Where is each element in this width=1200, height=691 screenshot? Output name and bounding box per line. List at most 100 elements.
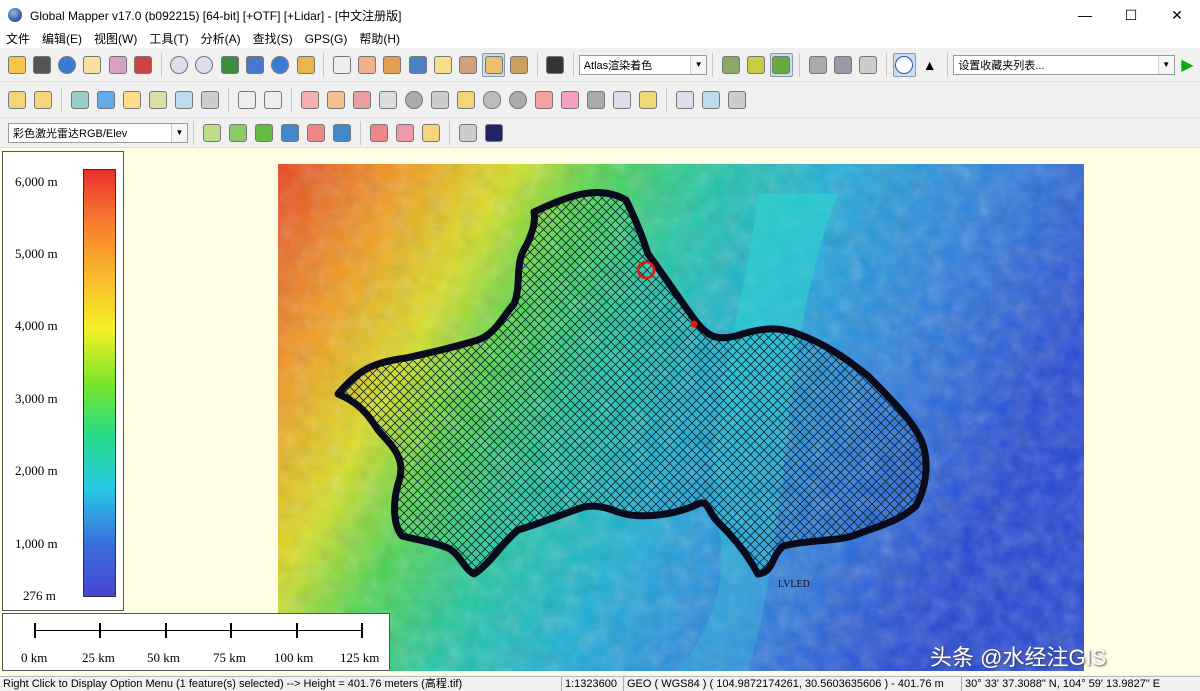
add-vertex-button[interactable] — [235, 88, 259, 112]
lidar-hv-button[interactable] — [226, 121, 250, 145]
online-data-button[interactable] — [55, 53, 78, 77]
coords-icon — [149, 90, 167, 109]
menu-view[interactable]: 视图(W) — [88, 30, 143, 48]
refresh-icon — [271, 55, 290, 74]
3d-path-button[interactable] — [507, 53, 530, 77]
move-vertex-button[interactable] — [261, 88, 285, 112]
create-area-button[interactable] — [5, 88, 29, 112]
undo-button[interactable] — [725, 88, 749, 112]
lidar-water-button[interactable] — [330, 121, 354, 145]
gps-center-button[interactable] — [892, 52, 917, 77]
status-message: Right Click to Display Option Menu (1 fe… — [0, 677, 562, 691]
lidar-powerline-button[interactable] — [304, 121, 328, 145]
menu-file[interactable]: 文件 — [0, 30, 36, 48]
bookmark-select[interactable]: 设置收藏夹列表... ▼ — [953, 54, 1175, 75]
coords-button[interactable] — [146, 88, 170, 112]
north-arrow-button[interactable]: ▲ — [918, 53, 941, 77]
pan-tool-button[interactable] — [355, 53, 378, 77]
hill-shade-button[interactable] — [719, 53, 742, 77]
layer-select[interactable]: 彩色激光雷达RGB/Elev ▼ — [8, 122, 188, 143]
shader-select-value: Atlas渲染着色 — [583, 59, 653, 72]
export-button[interactable] — [106, 53, 129, 77]
buffer-button[interactable] — [350, 88, 374, 112]
view-shed-button[interactable] — [457, 53, 480, 77]
menu-search[interactable]: 查找(S) — [247, 30, 299, 48]
gps-track-button[interactable] — [856, 53, 879, 77]
dynamic-crosshair-button[interactable] — [806, 53, 829, 77]
cloud-button[interactable] — [480, 88, 504, 112]
refresh-button[interactable] — [269, 53, 292, 77]
gear-tool-button[interactable] — [506, 88, 530, 112]
hand-edit-button[interactable] — [584, 88, 608, 112]
status-coordinates: GEO ( WGS84 ) ( 104.9872174261, 30.56036… — [624, 677, 962, 691]
menu-help[interactable]: 帮助(H) — [353, 30, 406, 48]
layer-control-button[interactable] — [294, 53, 317, 77]
grab-icon — [587, 90, 605, 109]
home-button[interactable] — [243, 53, 266, 77]
move-up-button[interactable] — [699, 88, 723, 112]
measure-area-button[interactable] — [402, 88, 426, 112]
menu-edit[interactable]: 编辑(E) — [36, 30, 88, 48]
menu-analysis[interactable]: 分析(A) — [195, 30, 247, 48]
zoom-out-button[interactable] — [193, 53, 216, 77]
lidar-lv-button[interactable] — [200, 121, 224, 145]
legend-label: 6,000 m — [15, 174, 58, 189]
digitizer-button[interactable] — [481, 52, 506, 77]
print-button[interactable] — [81, 53, 104, 77]
simplify-button[interactable] — [324, 88, 348, 112]
create-line-button[interactable] — [31, 88, 55, 112]
full-view-button[interactable] — [218, 53, 241, 77]
home-icon — [246, 55, 265, 74]
edit-vertices-button[interactable] — [68, 88, 92, 112]
grid-icon — [201, 90, 219, 109]
attach-button[interactable] — [610, 88, 634, 112]
spiral-button[interactable] — [636, 88, 660, 112]
open-folder-button[interactable] — [5, 53, 28, 77]
feature-attr-button[interactable] — [454, 88, 478, 112]
binoculars-button[interactable] — [543, 53, 566, 77]
scale-label: 50 km — [147, 650, 180, 665]
zoom-in-button[interactable] — [168, 53, 191, 77]
elevation-map[interactable]: LVLED — [278, 164, 1084, 671]
lidar-edit-button[interactable] — [419, 121, 443, 145]
lidar-ag-button[interactable] — [367, 121, 391, 145]
gear-icon — [405, 90, 423, 109]
lidar-building-button[interactable] — [278, 121, 302, 145]
path-profile-button[interactable] — [431, 53, 454, 77]
zoom-tool-button[interactable] — [330, 53, 353, 77]
shader-select[interactable]: Atlas渲染着色 ▼ — [578, 54, 708, 75]
map-layout-button[interactable] — [831, 53, 854, 77]
3d-view-button[interactable] — [744, 53, 767, 77]
measure-button[interactable] — [381, 53, 404, 77]
point-add-button[interactable] — [558, 88, 582, 112]
arrow-edit-icon — [676, 90, 694, 109]
reshape-button[interactable] — [376, 88, 400, 112]
vertex-edit-button[interactable] — [673, 88, 697, 112]
maximize-button[interactable]: ☐ — [1108, 0, 1154, 30]
point-grid-button[interactable] — [532, 88, 556, 112]
globe-icon — [58, 55, 77, 74]
smooth-button[interactable] — [298, 88, 322, 112]
save-button[interactable] — [30, 53, 53, 77]
grid-button[interactable] — [198, 88, 222, 112]
config-button[interactable] — [131, 53, 154, 77]
menu-tools[interactable]: 工具(T) — [143, 30, 194, 48]
split-button[interactable] — [120, 88, 144, 112]
lidar-ac-button[interactable] — [393, 121, 417, 145]
3d-control-button[interactable] — [769, 52, 793, 77]
lidar-grid-button[interactable] — [482, 121, 506, 145]
menu-bar: 文件 编辑(E) 视图(W) 工具(T) 分析(A) 查找(S) GPS(G) … — [0, 30, 1200, 48]
lidar-filter-button[interactable] — [456, 121, 480, 145]
rotate-button[interactable] — [94, 88, 118, 112]
feature-info-button[interactable] — [406, 53, 429, 77]
scale-bar: 0 km 25 km 50 km 75 km 100 km 125 km — [2, 613, 390, 671]
feature-point[interactable] — [690, 320, 698, 328]
close-button[interactable]: ✕ — [1154, 0, 1200, 30]
minimize-button[interactable]: — — [1062, 0, 1108, 30]
snap-button[interactable] — [428, 88, 452, 112]
combine-button[interactable] — [172, 88, 196, 112]
spiral-icon — [639, 90, 657, 109]
go-button[interactable]: ▶ — [1176, 53, 1199, 77]
lidar-tree-button[interactable] — [252, 121, 276, 145]
menu-gps[interactable]: GPS(G) — [299, 30, 354, 48]
